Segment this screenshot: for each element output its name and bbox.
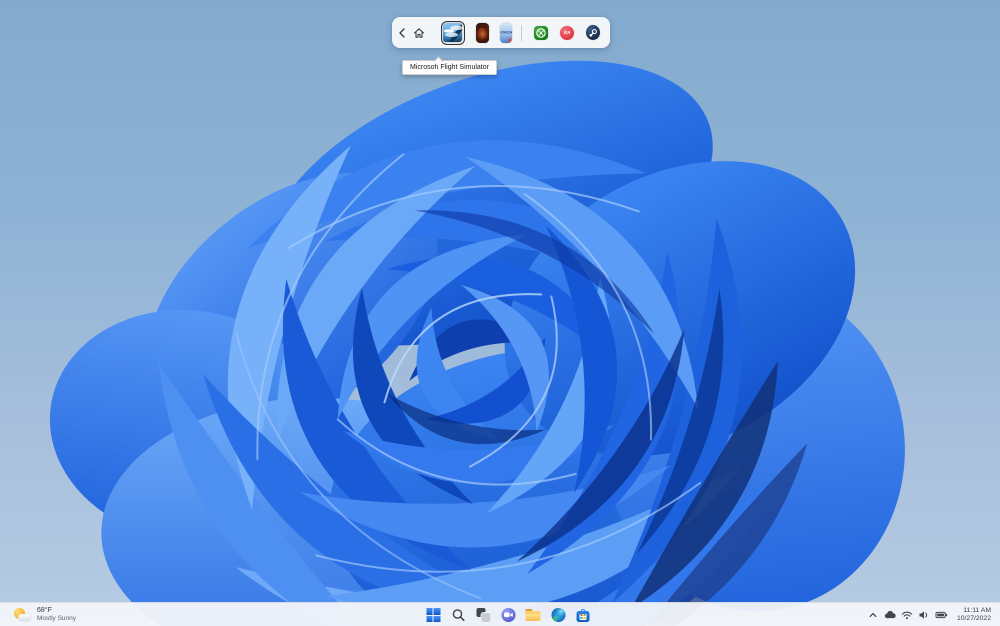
volume-icon[interactable] [918, 609, 931, 622]
ea-label: EA [563, 30, 571, 35]
partly-sunny-icon [14, 607, 31, 623]
steam-icon[interactable] [586, 25, 601, 40]
taskbar-tray: 11:11 AM 10/27/2022 [867, 603, 1000, 626]
search-icon[interactable] [451, 608, 466, 623]
tooltip: Microsoft Flight Simulator [402, 60, 497, 75]
game-bar-toolbar: FORZA EA [392, 17, 610, 48]
xbox-icon[interactable] [534, 25, 549, 40]
forza-tile[interactable]: FORZA [499, 22, 513, 43]
toolbar-separator [521, 24, 523, 41]
battery-icon[interactable] [935, 609, 948, 622]
start-icon[interactable] [426, 608, 441, 623]
desktop: FORZA EA Microsoft Flight Simulator 68°F… [0, 0, 1000, 626]
home-icon[interactable] [413, 26, 425, 40]
clock-date: 10/27/2022 [956, 615, 991, 622]
back-chevron-icon[interactable] [398, 26, 407, 40]
weather-widget[interactable]: 68°F Mostly Sunny [0, 603, 86, 626]
wallpaper-bloom [49, 60, 905, 626]
onedrive-cloud-icon[interactable] [884, 609, 897, 622]
weather-condition: Mostly Sunny [37, 615, 77, 622]
flight-simulator-icon [443, 23, 463, 42]
tooltip-text: Microsoft Flight Simulator [410, 64, 489, 71]
taskbar-center-icons [426, 603, 591, 626]
flight-simulator-tile[interactable] [440, 20, 465, 45]
ea-icon[interactable]: EA [560, 25, 575, 40]
forza-label: FORZA [499, 30, 513, 35]
chat-icon[interactable] [501, 608, 516, 623]
chevron-up-icon[interactable] [867, 609, 880, 622]
clock-time: 11:11 AM [963, 607, 991, 614]
taskbar: 68°F Mostly Sunny 11:11 AM 10/27/2022 [0, 602, 1000, 626]
store-icon[interactable] [576, 608, 591, 623]
game-art-tile[interactable] [475, 22, 489, 43]
taskbar-clock[interactable]: 11:11 AM 10/27/2022 [957, 607, 991, 623]
file-explorer-icon[interactable] [525, 608, 541, 623]
wifi-icon[interactable] [901, 609, 914, 622]
weather-temperature: 68°F [37, 607, 52, 614]
edge-icon[interactable] [551, 608, 566, 623]
task-view-icon[interactable] [476, 608, 491, 623]
